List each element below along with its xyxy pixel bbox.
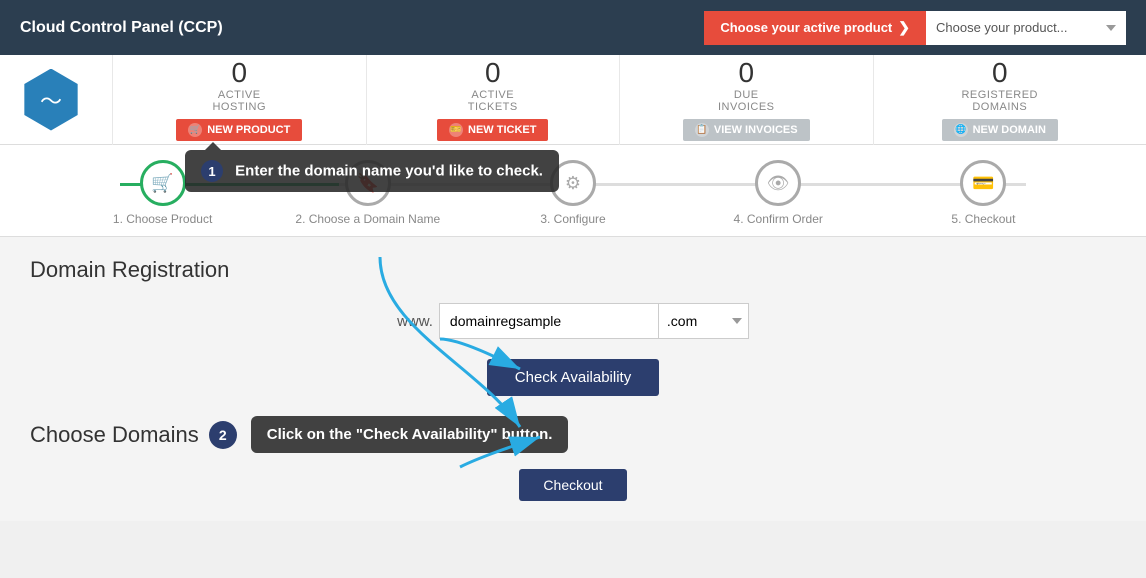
app-title: Cloud Control Panel (CCP) bbox=[20, 19, 223, 37]
ticket-icon: 🎫 bbox=[449, 123, 463, 137]
cart-icon: 🛒 bbox=[188, 123, 202, 137]
invoices-label: DUEINVOICES bbox=[718, 89, 775, 113]
choose-domains-title: Choose Domains bbox=[30, 422, 199, 448]
domain-input[interactable] bbox=[439, 303, 659, 339]
hosting-label: ACTIVEHOSTING bbox=[212, 89, 266, 113]
step-5-label: 5. Checkout bbox=[951, 212, 1015, 226]
stat-domains: 0 REGISTEREDDOMAINS 🌐 NEW DOMAIN bbox=[873, 55, 1127, 145]
step-3-label: 3. Configure bbox=[540, 212, 605, 226]
view-invoices-label: VIEW INVOICES bbox=[714, 124, 798, 136]
domains-count: 0 bbox=[992, 59, 1008, 87]
tooltip-1: 1 Enter the domain name you'd like to ch… bbox=[185, 150, 559, 192]
new-product-label: NEW PRODUCT bbox=[207, 124, 290, 136]
domains-label: REGISTEREDDOMAINS bbox=[961, 89, 1038, 113]
tickets-count: 0 bbox=[485, 59, 501, 87]
steps-bar-wrapper: 🛒 1. Choose Product 🔖 2. Choose a Domain… bbox=[0, 145, 1146, 237]
new-domain-button[interactable]: 🌐 NEW DOMAIN bbox=[942, 119, 1058, 141]
step-4-label: 4. Confirm Order bbox=[734, 212, 823, 226]
invoice-icon: 📋 bbox=[695, 123, 709, 137]
new-ticket-button[interactable]: 🎫 NEW TICKET bbox=[437, 119, 548, 141]
checkout-button[interactable]: Checkout bbox=[519, 469, 626, 501]
view-invoices-button[interactable]: 📋 VIEW INVOICES bbox=[683, 119, 810, 141]
main-content: Domain Registration www. .com .net .org … bbox=[0, 237, 1146, 521]
invoices-count: 0 bbox=[738, 59, 754, 87]
check-availability-button[interactable]: Check Availability bbox=[487, 359, 659, 396]
checkout-btn-row: Checkout bbox=[30, 469, 1116, 501]
stat-invoices: 0 DUEINVOICES 📋 VIEW INVOICES bbox=[619, 55, 873, 145]
www-label: www. bbox=[397, 313, 433, 330]
step-2-label: 2. Choose a Domain Name bbox=[295, 212, 440, 226]
check-btn-row: Check Availability bbox=[30, 359, 1116, 396]
logo: 〜 bbox=[20, 69, 82, 131]
tooltip-1-text: Enter the domain name you'd like to chec… bbox=[235, 163, 543, 180]
chevron-right-icon: ❯ bbox=[898, 19, 910, 36]
step-1-circle: 🛒 bbox=[140, 160, 186, 206]
hosting-count: 0 bbox=[231, 59, 247, 87]
choose-product-button[interactable]: Choose your active product ❯ bbox=[704, 11, 926, 45]
new-ticket-label: NEW TICKET bbox=[468, 124, 536, 136]
stat-tickets: 0 ACTIVETICKETS 🎫 NEW TICKET bbox=[366, 55, 620, 145]
tld-select[interactable]: .com .net .org .info bbox=[659, 303, 749, 339]
choose-domains-section: Choose Domains 2 Click on the "Check Ava… bbox=[30, 416, 1116, 453]
choose-domains-row: Choose Domains 2 Click on the "Check Ava… bbox=[30, 416, 1116, 453]
check-availability-section: Check Availability bbox=[30, 359, 1116, 396]
step-1-label: 1. Choose Product bbox=[113, 212, 212, 226]
section-title: Domain Registration bbox=[30, 257, 1116, 283]
product-dropdown[interactable]: Choose your product... bbox=[926, 11, 1126, 45]
new-domain-label: NEW DOMAIN bbox=[973, 124, 1046, 136]
step-5-circle: 💳 bbox=[960, 160, 1006, 206]
tooltip-1-badge: 1 bbox=[201, 160, 223, 182]
header-right: Choose your active product ❯ Choose your… bbox=[704, 11, 1126, 45]
step-4-circle: 👁 bbox=[755, 160, 801, 206]
domain-input-row: www. .com .net .org .info bbox=[30, 303, 1116, 339]
tooltip-2: Click on the "Check Availability" button… bbox=[251, 416, 569, 453]
header: Cloud Control Panel (CCP) Choose your ac… bbox=[0, 0, 1146, 55]
tickets-label: ACTIVETICKETS bbox=[468, 89, 518, 113]
domain-icon: 🌐 bbox=[954, 123, 968, 137]
badge-2: 2 bbox=[209, 421, 237, 449]
logo-wave-icon: 〜 bbox=[40, 84, 62, 116]
stat-hosting: 0 ACTIVEHOSTING 🛒 NEW PRODUCT bbox=[112, 55, 366, 145]
stats-bar: 〜 0 ACTIVEHOSTING 🛒 NEW PRODUCT 0 ACTIVE… bbox=[0, 55, 1146, 145]
steps-bar: 🛒 1. Choose Product 🔖 2. Choose a Domain… bbox=[0, 145, 1146, 237]
tooltip-2-text: Click on the "Check Availability" button… bbox=[267, 426, 553, 443]
step-4[interactable]: 👁 4. Confirm Order bbox=[676, 160, 881, 226]
new-product-button[interactable]: 🛒 NEW PRODUCT bbox=[176, 119, 302, 141]
choose-product-label: Choose your active product bbox=[720, 20, 892, 35]
step-5[interactable]: 💳 5. Checkout bbox=[881, 160, 1086, 226]
